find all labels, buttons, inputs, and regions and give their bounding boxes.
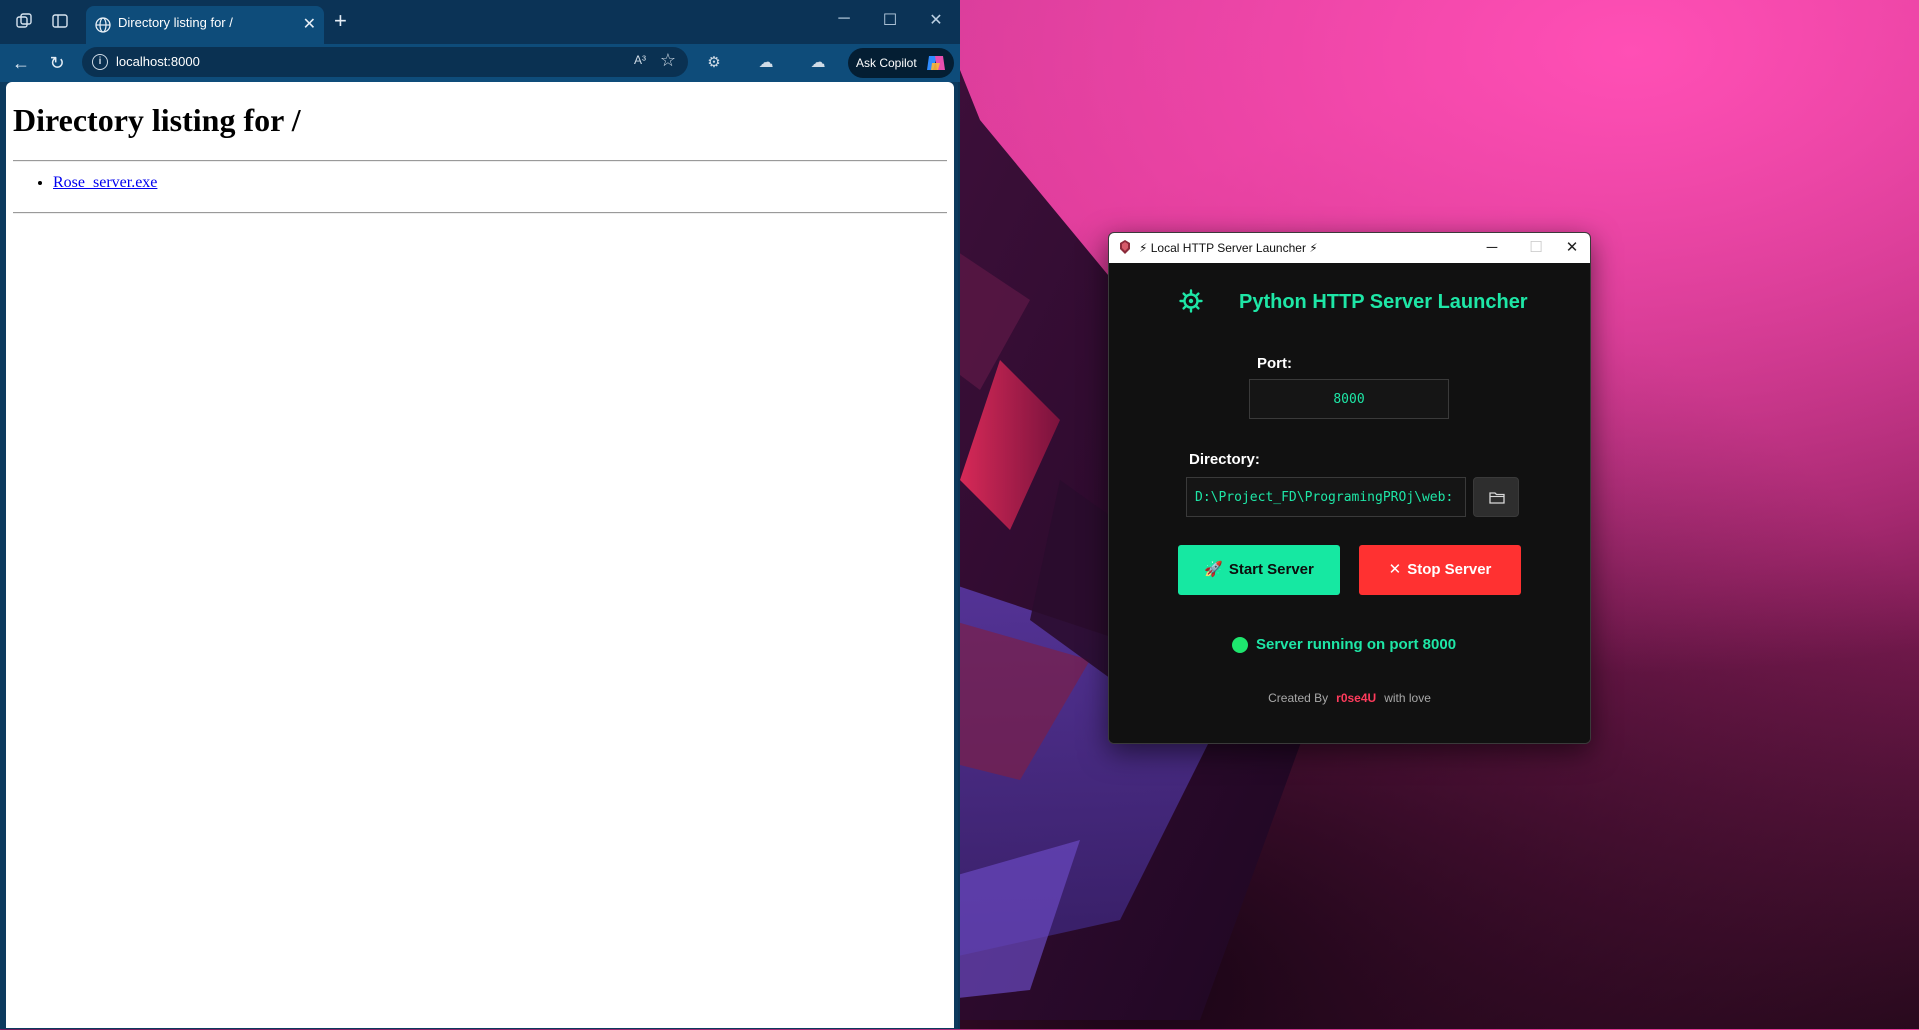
back-icon[interactable]: ← xyxy=(10,52,32,74)
maximize-icon[interactable]: ☐ xyxy=(878,10,902,30)
address-url[interactable]: localhost:8000 xyxy=(116,54,200,69)
launcher-window-title: ⚡ Local HTTP Server Launcher ⚡ xyxy=(1139,241,1318,255)
tab-actions-icon[interactable] xyxy=(50,12,70,32)
window-close-icon[interactable]: ✕ xyxy=(1557,237,1587,259)
status-dot-icon xyxy=(1232,637,1248,653)
ask-copilot-button[interactable]: Ask Copilot xyxy=(848,48,954,78)
workspaces-icon[interactable] xyxy=(14,12,34,32)
maximize-icon: ☐ xyxy=(1529,239,1543,256)
page-viewport: Directory listing for / Rose_server.exe xyxy=(6,82,954,1028)
favorite-star-icon[interactable]: ☆ xyxy=(660,50,676,71)
minimize-icon[interactable]: ─ xyxy=(1477,237,1507,259)
browser-window: Directory listing for / ✕ + ─ ☐ ✕ ← ↻ i … xyxy=(0,0,960,1029)
page-title: Directory listing for / xyxy=(13,102,301,138)
extension-cloud-icon[interactable]: ☁ xyxy=(754,53,778,73)
credit-author: r0se4U xyxy=(1336,691,1377,705)
new-tab-icon[interactable]: + xyxy=(334,10,347,32)
refresh-icon[interactable]: ↻ xyxy=(46,52,68,74)
server-status-text: Server running on port 8000 xyxy=(1256,636,1457,653)
credit-suffix: with love xyxy=(1384,691,1431,705)
launcher-body: Python HTTP Server Launcher Port: Direct… xyxy=(1109,263,1590,743)
close-icon[interactable]: ✕ xyxy=(303,14,316,34)
directory-input[interactable] xyxy=(1186,477,1466,517)
info-icon[interactable]: i xyxy=(92,54,108,70)
extension-cloud-icon-2[interactable]: ☁ xyxy=(806,53,830,73)
port-label: Port: xyxy=(1257,355,1292,372)
minimize-icon[interactable]: ─ xyxy=(832,10,856,28)
extensions-icon[interactable]: ⚙ xyxy=(702,53,726,73)
copilot-label: Ask Copilot xyxy=(856,56,917,70)
port-input[interactable] xyxy=(1249,379,1449,419)
browse-folder-button[interactable] xyxy=(1473,477,1519,517)
start-server-label: Start Server xyxy=(1228,561,1314,578)
start-server-button[interactable]: 🚀 Start Server xyxy=(1178,545,1340,595)
address-bar[interactable]: i localhost:8000 A³ ☆ xyxy=(82,47,688,77)
launcher-heading: Python HTTP Server Launcher xyxy=(1239,291,1528,313)
stop-server-button[interactable]: ✕ Stop Server xyxy=(1359,545,1521,595)
feather-app-icon xyxy=(1120,240,1130,254)
globe-icon xyxy=(95,17,111,33)
gear-icon xyxy=(1179,289,1203,313)
rocket-icon: 🚀 xyxy=(1204,561,1223,578)
navigation-bar: ← ↻ i localhost:8000 A³ ☆ ⚙ ☁ ☁ Ask Copi… xyxy=(0,44,960,82)
server-launcher-window: ⚡ Local HTTP Server Launcher ⚡ ─ ☐ ✕ Pyt… xyxy=(1108,232,1591,744)
close-icon: ✕ xyxy=(1388,561,1402,578)
window-close-icon[interactable]: ✕ xyxy=(924,10,948,30)
divider xyxy=(13,160,947,162)
tab-bar: Directory listing for / ✕ + ─ ☐ ✕ xyxy=(0,0,960,44)
read-aloud-icon[interactable]: A³ xyxy=(634,53,646,67)
divider xyxy=(13,212,947,214)
tab-title: Directory listing for / xyxy=(118,15,233,30)
launcher-title-bar: ⚡ Local HTTP Server Launcher ⚡ ─ ☐ ✕ xyxy=(1109,233,1590,263)
file-link[interactable]: Rose_server.exe xyxy=(53,174,157,191)
list-item: Rose_server.exe xyxy=(53,174,157,192)
folder-icon xyxy=(1489,492,1505,504)
directory-label: Directory: xyxy=(1189,451,1260,468)
copilot-icon xyxy=(927,56,945,70)
tab-directory-listing[interactable]: Directory listing for / ✕ xyxy=(86,6,324,44)
stop-server-label: Stop Server xyxy=(1407,561,1492,578)
file-list: Rose_server.exe xyxy=(53,174,157,192)
credit-line: Created By r0se4U with love xyxy=(1109,691,1590,705)
credit-prefix: Created By xyxy=(1268,691,1329,705)
